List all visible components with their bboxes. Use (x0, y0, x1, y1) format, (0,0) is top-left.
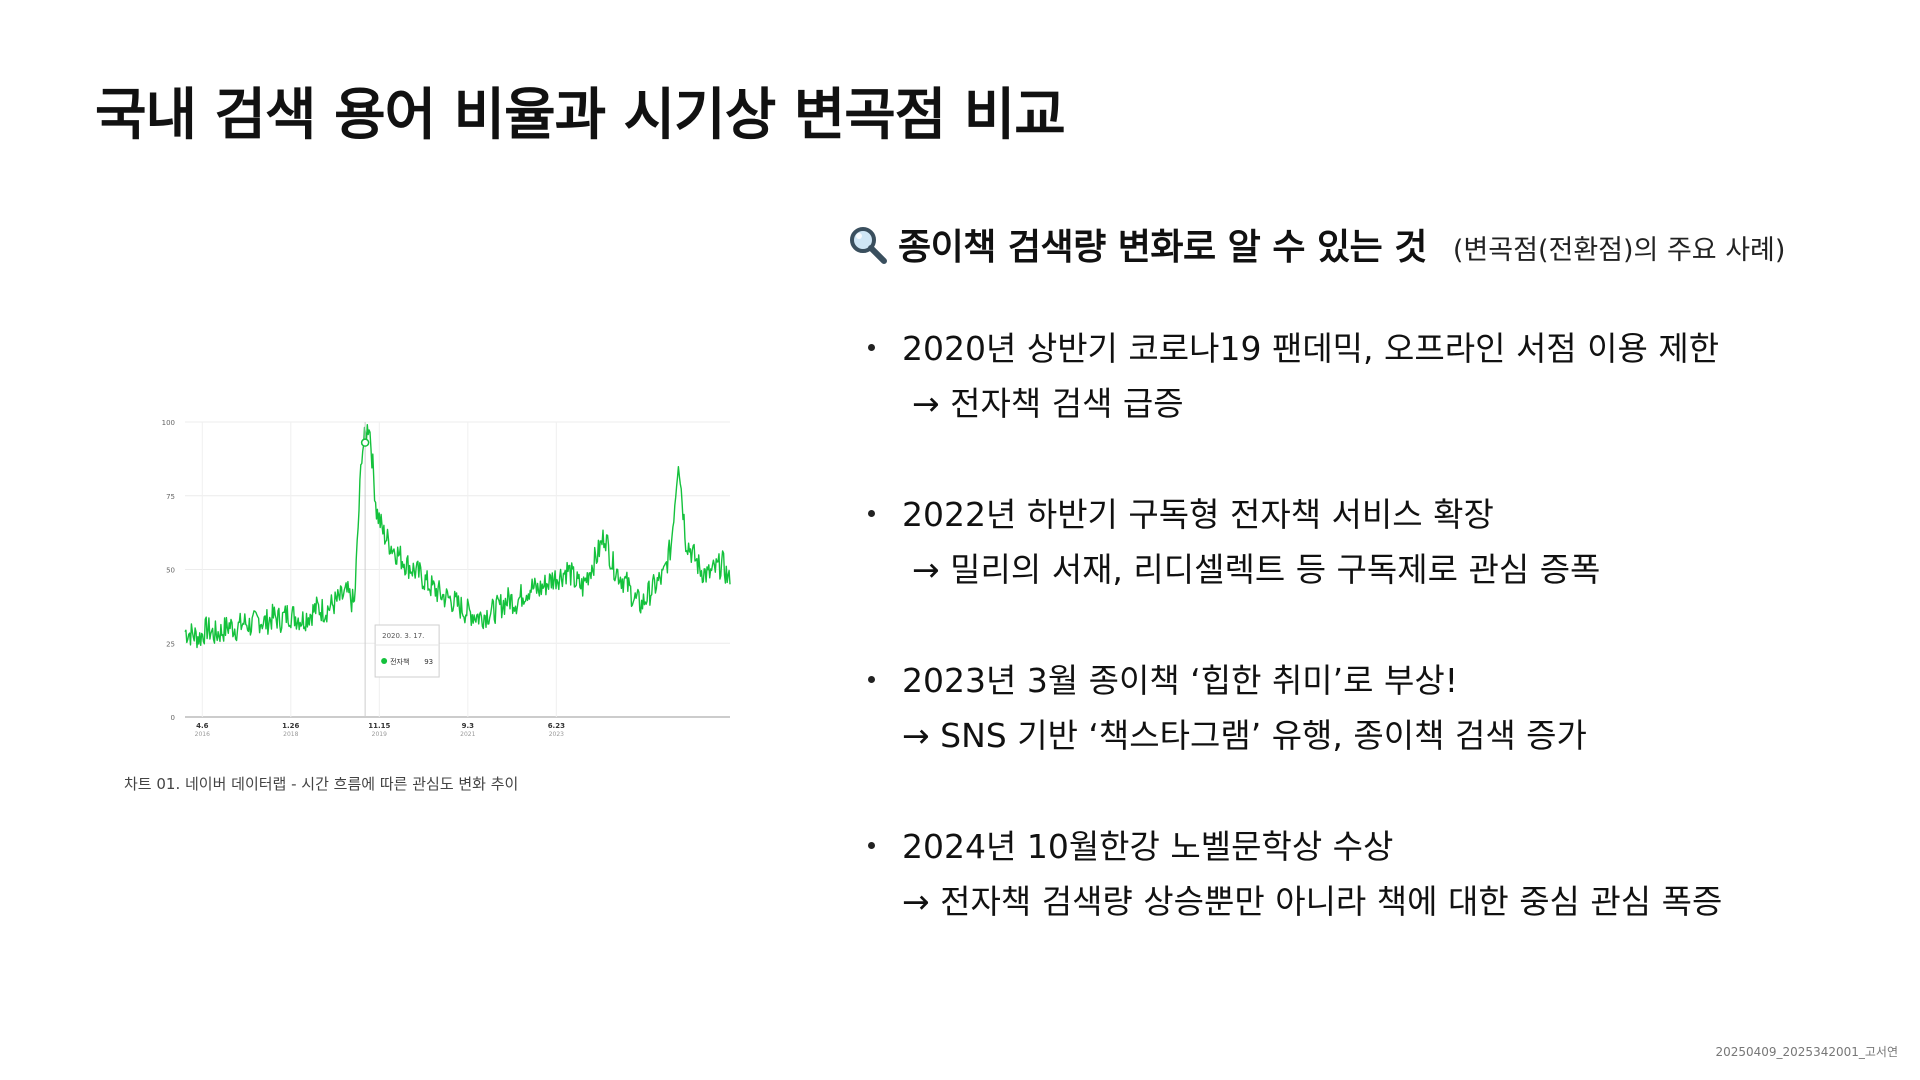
list-item: 2022년 하반기 구독형 전자책 서비스 확장 → 밀리의 서재, 리디셀렉트… (868, 488, 1868, 654)
bullet-dot (868, 344, 875, 351)
x-tick-sublabel: 2023 (549, 731, 564, 738)
bullet-list: 2020년 상반기 코로나19 팬데믹, 오프라인 서점 이용 제한 → 전자책… (868, 322, 1868, 986)
x-tick-label: 1.26 (282, 722, 299, 730)
y-tick-label: 25 (166, 640, 175, 648)
x-tick-label: 11.15 (368, 722, 390, 730)
y-tick-label: 0 (171, 714, 175, 722)
list-item: 2020년 상반기 코로나19 팬데믹, 오프라인 서점 이용 제한 → 전자책… (868, 322, 1868, 488)
y-tick-label: 75 (166, 493, 175, 501)
list-item: 2024년 10월한강 노벨문학상 수상 → 전자책 검색량 상승뿐만 아니라 … (868, 820, 1868, 986)
x-tick-sublabel: 2016 (195, 731, 210, 738)
bullet-subtext: → 밀리의 서재, 리디셀렉트 등 구독제로 관심 증폭 (912, 550, 1601, 589)
tooltip-date: 2020. 3. 17. (382, 632, 424, 640)
bullet-subtext: → SNS 기반 ‘책스타그램’ 유행, 종이책 검색 증가 (902, 716, 1587, 755)
list-item: 2023년 3월 종이책 ‘힙한 취미’로 부상! → SNS 기반 ‘책스타그… (868, 654, 1868, 820)
section-heading-text: 종이책 검색량 변화로 알 수 있는 것 (898, 227, 1427, 268)
bullet-dot (868, 510, 875, 517)
x-tick-sublabel: 2021 (460, 731, 475, 738)
tooltip-series-dot (381, 658, 388, 664)
tooltip-value: 93 (424, 658, 433, 666)
y-tick-label: 50 (166, 567, 175, 575)
bullet-dot (868, 842, 875, 849)
bullet-subtext: → 전자책 검색량 상승뿐만 아니라 책에 대한 중심 관심 폭증 (902, 882, 1723, 921)
x-tick-label: 4.6 (196, 722, 209, 730)
section-heading: 종이책 검색량 변화로 알 수 있는 것 (변곡점(전환점)의 주요 사례) (848, 218, 1785, 270)
bullet-text: 2022년 하반기 구독형 전자책 서비스 확장 (902, 495, 1494, 534)
y-tick-label: 100 (162, 419, 175, 427)
slide: 국내 검색 용어 비율과 시기상 변곡점 비교 100 75 50 25 0 4.6 201… (0, 0, 1920, 1080)
series-line-ebook (184, 424, 731, 649)
tooltip-series-name: 전자책 (390, 657, 409, 666)
bullet-dot (868, 676, 875, 683)
page-title: 국내 검색 용어 비율과 시기상 변곡점 비교 (95, 83, 1066, 148)
x-tick-sublabel: 2018 (283, 731, 298, 738)
bullet-text: 2020년 상반기 코로나19 팬데믹, 오프라인 서점 이용 제한 (902, 329, 1720, 368)
chart-caption: 차트 01. 네이버 데이터랩 - 시간 흐름에 따른 관심도 변화 추이 (124, 775, 519, 793)
bullet-text: 2023년 3월 종이책 ‘힙한 취미’로 부상! (902, 661, 1458, 700)
line-chart: 10075502504.620161.26201811.1520199.3202… (162, 419, 731, 738)
footer-id: 20250409_2025342001_고서연 (1715, 1045, 1898, 1059)
x-tick-label: 9.3 (462, 722, 475, 730)
bullet-subtext: → 전자책 검색 급증 (912, 384, 1184, 423)
hover-point (360, 438, 370, 447)
x-tick-label: 6.23 (548, 722, 565, 730)
chart-image: 100 75 50 25 0 4.6 2016 1.26 2018 11.15 2019 9.3 202… (160, 412, 750, 752)
section-subheading: (변곡점(전환점)의 주요 사례) (1452, 235, 1786, 266)
magnifier-icon (848, 225, 888, 265)
x-tick-sublabel: 2019 (372, 731, 387, 738)
bullet-text: 2024년 10월한강 노벨문학상 수상 (902, 827, 1394, 866)
